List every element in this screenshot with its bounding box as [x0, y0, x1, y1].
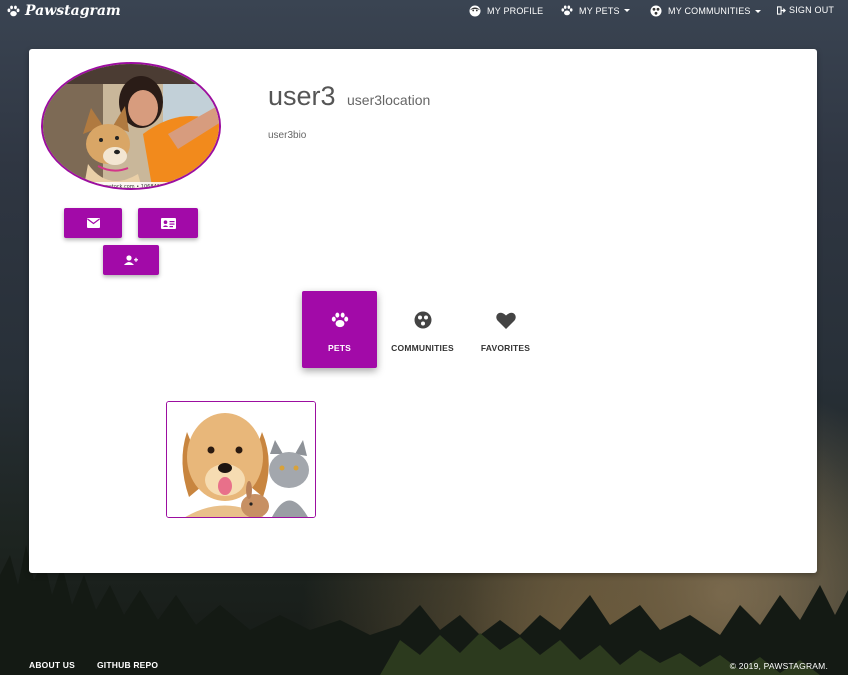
- chevron-down-icon: [754, 9, 761, 13]
- nav-my-pets-label: MY PETS: [579, 5, 620, 16]
- user-plus-icon: [124, 255, 138, 265]
- group-icon: [414, 311, 431, 329]
- brand-logo[interactable]: Pawstagram: [7, 3, 121, 19]
- tab-pets-label: PETS: [327, 343, 351, 353]
- chevron-down-icon: [623, 9, 630, 12]
- footer-copyright: © 2019, PAWSTAGRAM.: [729, 661, 828, 671]
- profile-card: dreamstock.com • 10684118 user3 user3loc…: [29, 49, 817, 573]
- id-card-icon: [160, 217, 176, 229]
- pet-photo: [167, 402, 315, 517]
- envelope-icon: [86, 218, 100, 228]
- paw-icon: [331, 312, 348, 328]
- nav-my-communities[interactable]: MY COMMUNITIES: [650, 5, 761, 17]
- nav-sign-out-label: SIGN OUT: [789, 5, 835, 15]
- contact-card-button[interactable]: [138, 208, 198, 238]
- nav-my-pets[interactable]: MY PETS: [561, 5, 630, 16]
- group-icon: [650, 5, 662, 17]
- tab-communities[interactable]: COMMUNITIES: [385, 291, 460, 368]
- nav-my-profile-label: MY PROFILE: [487, 6, 544, 16]
- follow-button[interactable]: [103, 245, 159, 275]
- nav-my-communities-label: MY COMMUNITIES: [668, 6, 751, 16]
- nav-my-profile[interactable]: MY PROFILE: [469, 5, 543, 17]
- profile-bio: user3bio: [268, 130, 307, 141]
- heart-icon: [495, 312, 516, 329]
- profile-location: user3location: [347, 92, 431, 108]
- brand-name: Pawstagram: [25, 3, 121, 19]
- message-button[interactable]: [64, 208, 122, 238]
- pet-card[interactable]: [166, 401, 316, 518]
- tab-favorites-label: FAVORITES: [480, 343, 531, 353]
- profile-username: user3: [268, 81, 336, 111]
- avatar[interactable]: dreamstock.com • 10684118: [41, 62, 221, 190]
- tab-favorites[interactable]: FAVORITES: [468, 291, 543, 368]
- avatar-watermark: dreamstock.com • 10684118: [93, 184, 166, 190]
- footer-about-link[interactable]: ABOUT US: [29, 660, 75, 670]
- navbar: Pawstagram MY PROFILE MY PETS MY COMMUNI…: [0, 0, 848, 24]
- nav-sign-out[interactable]: SIGN OUT: [777, 5, 834, 15]
- paw-icon: [561, 5, 573, 16]
- face-icon: [469, 5, 481, 17]
- tab-communities-label: COMMUNITIES: [391, 343, 454, 353]
- avatar-photo: dreamstock.com • 10684118: [43, 64, 219, 190]
- tab-pets[interactable]: PETS: [302, 291, 377, 368]
- footer-github-link[interactable]: GITHUB REPO: [97, 660, 158, 670]
- sign-out-icon: [777, 5, 786, 15]
- paw-icon: [7, 5, 20, 17]
